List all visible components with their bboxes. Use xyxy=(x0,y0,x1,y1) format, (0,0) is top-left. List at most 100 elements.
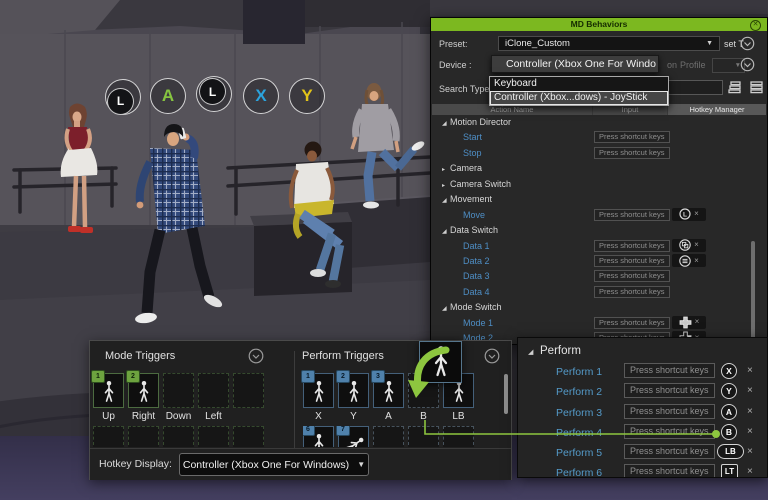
md-row-data-2: Data 2 Press shortcut keys × xyxy=(432,254,766,269)
close-icon[interactable]: ✕ xyxy=(750,20,761,31)
mode-trigger-slot-3[interactable] xyxy=(163,426,194,447)
collapse-section-icon[interactable] xyxy=(484,348,499,363)
remove-hotkey-button[interactable]: × xyxy=(747,446,753,457)
md-row-stop: Stop Press shortcut keys xyxy=(432,146,766,161)
shortcut-input[interactable]: Press shortcut keys xyxy=(624,424,715,439)
overlay-button-y-4: Y xyxy=(289,78,325,114)
md-row-camera-switch: ▸Camera Switch xyxy=(432,177,766,192)
tree-item-data-2[interactable]: Data 2 xyxy=(463,256,490,266)
mode-trigger-slot-1[interactable] xyxy=(93,426,124,447)
tree-item-camera[interactable]: ▸Camera xyxy=(442,163,482,173)
perform-trigger-slot-3[interactable]: 3 xyxy=(373,373,404,408)
shortcut-input[interactable]: Press shortcut keys xyxy=(594,270,670,282)
perform-action-perform-4[interactable]: Perform 4 xyxy=(556,427,602,439)
tree-item-data-switch[interactable]: ◢Data Switch xyxy=(442,225,498,235)
tree-item-mode-1[interactable]: Mode 1 xyxy=(463,318,493,328)
remove-hotkey-button[interactable]: × xyxy=(747,426,753,437)
perform-action-perform-5[interactable]: Perform 5 xyxy=(556,447,602,459)
expand-all-icon[interactable] xyxy=(728,81,742,94)
shortcut-input[interactable]: Press shortcut keys xyxy=(594,317,670,329)
shortcut-input[interactable]: Press shortcut keys xyxy=(594,147,670,159)
shortcut-input[interactable]: Press shortcut keys xyxy=(594,255,670,267)
tree-item-start[interactable]: Start xyxy=(463,132,482,142)
tree-item-stop[interactable]: Stop xyxy=(463,148,482,158)
column-hotkey-manager[interactable]: Hotkey Manager xyxy=(667,104,766,115)
remove-hotkey-button[interactable]: × xyxy=(694,241,699,249)
device-select[interactable]: Controller (Xbox One For Windo ▼ xyxy=(491,55,659,73)
tree-item-data-1[interactable]: Data 1 xyxy=(463,241,490,251)
preset-select[interactable]: iClone_Custom ▼ xyxy=(498,36,720,51)
tree-item-move[interactable]: Move xyxy=(463,210,485,220)
collapse-all-icon[interactable] xyxy=(750,81,764,94)
tree-item-data-3[interactable]: Data 3 xyxy=(463,271,490,281)
remove-hotkey-button[interactable]: × xyxy=(695,318,700,326)
perform-trigger-slot-1[interactable]: 6 xyxy=(303,426,334,447)
tree-item-mode-switch[interactable]: ◢Mode Switch xyxy=(442,302,502,312)
perform-trigger-slot-3[interactable] xyxy=(373,426,404,447)
dropdown-option-controller[interactable]: Controller (Xbox...dows) - JoyStick xyxy=(490,91,668,105)
tree-item-motion-director[interactable]: ◢Motion Director xyxy=(442,117,511,127)
collapse-section-icon[interactable] xyxy=(248,348,263,363)
remove-hotkey-button[interactable]: × xyxy=(747,466,753,477)
md-row-data-switch: ◢Data Switch xyxy=(432,223,766,238)
mode-trigger-slot-4[interactable] xyxy=(198,426,229,447)
shortcut-input[interactable]: Press shortcut keys xyxy=(594,131,670,143)
shortcut-input[interactable]: Press shortcut keys xyxy=(594,209,670,221)
collapse-section-icon[interactable] xyxy=(740,57,755,72)
shortcut-input[interactable]: Press shortcut keys xyxy=(624,404,715,419)
remove-hotkey-button[interactable]: × xyxy=(694,257,699,265)
perform-action-perform-3[interactable]: Perform 3 xyxy=(556,407,602,419)
tree-item-data-4[interactable]: Data 4 xyxy=(463,287,490,297)
perform-trigger-slot-5[interactable] xyxy=(443,426,474,447)
md-row-movement: ◢Movement xyxy=(432,192,766,207)
face-button-label: Y xyxy=(301,86,312,106)
remove-hotkey-button[interactable]: × xyxy=(747,385,753,396)
shortcut-input[interactable]: Press shortcut keys xyxy=(624,383,715,398)
mode-trigger-slot-4[interactable] xyxy=(198,373,229,408)
preset-label: Preset: xyxy=(439,39,468,49)
shortcut-input[interactable]: Press shortcut keys xyxy=(624,464,715,477)
perform-inset-panel: ◢Perform Perform 1Press shortcut keysX×P… xyxy=(517,337,768,478)
device-dropdown-list: Keyboard Controller (Xbox...dows) - JoyS… xyxy=(489,76,669,106)
perform-trigger-slot-1[interactable]: 1 xyxy=(303,373,334,408)
mode-trigger-slot-2[interactable] xyxy=(128,426,159,447)
perform-trigger-slot-2[interactable]: 2 xyxy=(338,373,369,408)
perform-action-perform-6[interactable]: Perform 6 xyxy=(556,467,602,477)
shortcut-input[interactable]: Press shortcut keys xyxy=(624,444,715,459)
mode-trigger-slot-5[interactable] xyxy=(233,426,264,447)
shortcut-input[interactable]: Press shortcut keys xyxy=(624,363,715,378)
gamepad-button-x-icon: X xyxy=(721,363,737,379)
mode-trigger-labels: UpRightDownLeft xyxy=(93,411,264,422)
perform-rows: Perform 1 Press shortcut keys X × Perform 2 P… xyxy=(518,362,767,477)
mode-trigger-slot-1[interactable]: 1 xyxy=(93,373,124,408)
tree-item-movement[interactable]: ◢Movement xyxy=(442,194,492,204)
hotkey-chip-dpad-up: × xyxy=(672,316,706,330)
md-row-camera: ▸Camera xyxy=(432,161,766,176)
perform-action-perform-1[interactable]: Perform 1 xyxy=(556,366,602,378)
shortcut-input[interactable]: Press shortcut keys xyxy=(594,240,670,252)
tree-item-camera-switch[interactable]: ▸Camera Switch xyxy=(442,179,511,189)
scrollbar-thumb[interactable] xyxy=(751,241,755,340)
hotkey-chip-stick-l: L× xyxy=(672,208,706,222)
preset-value: iClone_Custom xyxy=(505,38,570,49)
perform-action-perform-2[interactable]: Perform 2 xyxy=(556,386,602,398)
perform-trigger-slot-4[interactable] xyxy=(408,426,439,447)
remove-hotkey-button[interactable]: × xyxy=(747,406,753,417)
mode-trigger-slot-3[interactable] xyxy=(163,373,194,408)
inset-row-perform-6: Perform 6Press shortcut keysLT× xyxy=(518,463,767,477)
dragged-perform-thumbnail[interactable] xyxy=(419,341,462,383)
remove-hotkey-button[interactable]: × xyxy=(694,210,699,218)
shortcut-input[interactable]: Press shortcut keys xyxy=(594,286,670,298)
remove-hotkey-button[interactable]: × xyxy=(747,365,753,376)
left-stick-icon: L xyxy=(107,88,134,115)
hotkey-display-select[interactable]: Controller (Xbox One For Windows) ▼ xyxy=(179,453,369,476)
collapse-section-icon[interactable] xyxy=(740,36,755,51)
slot-badge: 1 xyxy=(301,370,315,383)
perform-group-label[interactable]: ◢Perform xyxy=(528,345,581,357)
perform-trigger-slot-2[interactable]: 7 xyxy=(338,426,369,447)
mode-trigger-slot-2[interactable]: 2 xyxy=(128,373,159,408)
scrollbar-thumb[interactable] xyxy=(504,374,508,414)
overlay-button-l-0: L xyxy=(105,79,141,115)
dropdown-option-keyboard[interactable]: Keyboard xyxy=(490,77,668,91)
mode-trigger-slot-5[interactable] xyxy=(233,373,264,408)
